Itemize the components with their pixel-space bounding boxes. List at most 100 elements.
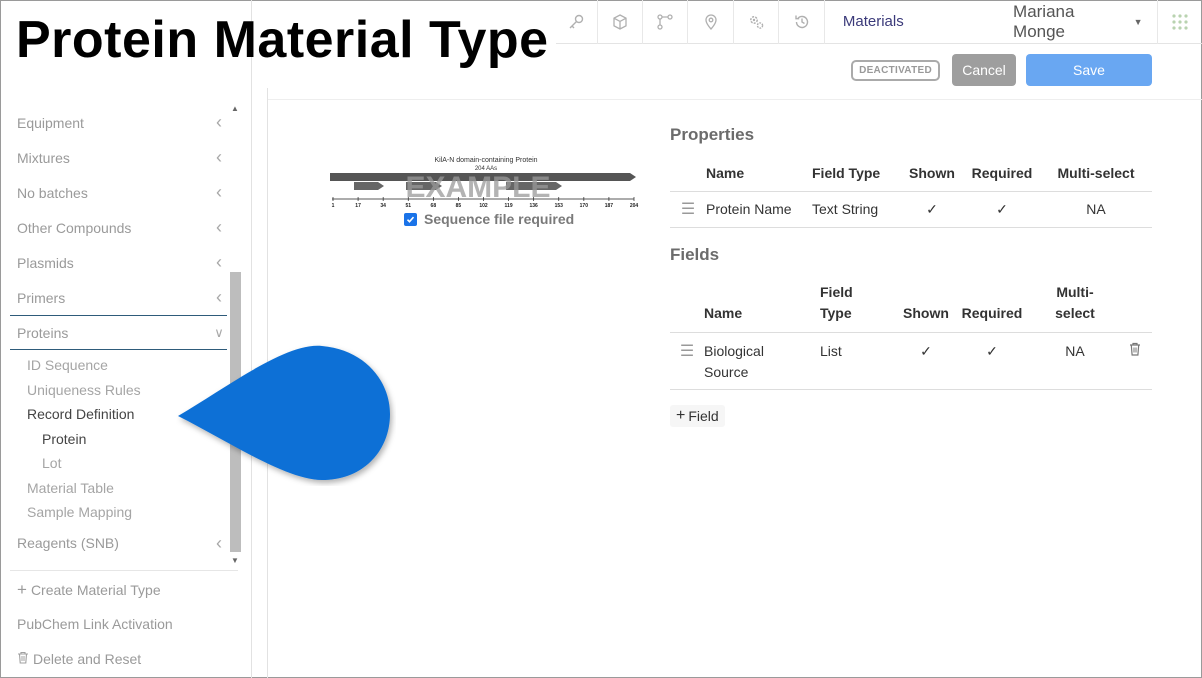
sidebar-item-no-batches[interactable]: No batches ‹ xyxy=(10,175,227,210)
table-header-row: Name Field Type Shown Required Multi-sele… xyxy=(670,275,1152,332)
axis-tick-label: 1 xyxy=(332,203,335,209)
overlay-title: Protein Material Type xyxy=(16,11,549,69)
column-header-required: Required xyxy=(952,275,1032,332)
axis-tick-label: 187 xyxy=(605,203,614,209)
key-icon[interactable] xyxy=(556,0,598,44)
sidebar-item-label: No batches xyxy=(17,184,88,201)
axis-tick-label: 68 xyxy=(431,203,437,209)
cancel-button[interactable]: Cancel xyxy=(952,54,1016,86)
axis-tick-label: 153 xyxy=(555,203,564,209)
column-header-name: Name xyxy=(706,164,745,181)
caret-down-icon: ▼ xyxy=(1133,16,1143,27)
sidebar-item-equipment[interactable]: Equipment ‹ xyxy=(10,105,227,140)
drag-handle-icon[interactable]: ☰ xyxy=(670,191,706,227)
create-material-type-link[interactable]: + Create Material Type xyxy=(17,580,161,600)
sidebar: Equipment ‹ Mixtures ‹ No batches ‹ Other C… xyxy=(0,0,252,678)
chevron-down-icon: ∨ xyxy=(214,324,224,340)
sidebar-item-primers[interactable]: Primers ‹ xyxy=(10,280,227,315)
user-menu[interactable]: Mariana Monge ▼ xyxy=(1013,0,1157,44)
status-badge: DEACTIVATED xyxy=(851,59,940,81)
column-header-multi-line1: Multi- xyxy=(1056,284,1094,301)
table-header-row: Name Field Type Shown Required Multi-sel… xyxy=(670,155,1152,191)
property-shown-check-icon: ✓ xyxy=(926,200,938,217)
field-name-line2: Source xyxy=(704,363,749,380)
column-header-name: Name xyxy=(704,275,820,332)
column-header-required: Required xyxy=(971,164,1033,181)
sidebar-item-other-compounds[interactable]: Other Compounds ‹ xyxy=(10,210,227,245)
protein-sequence-diagram: KilA-N domain-containing Protein 204 AAs… xyxy=(330,157,639,209)
scroll-down-arrow-icon[interactable]: ▼ xyxy=(231,556,239,565)
chevron-left-icon: ‹ xyxy=(216,182,222,202)
sequence-file-required-label: Sequence file required xyxy=(424,211,575,227)
nav-materials-link[interactable]: Materials xyxy=(825,0,1013,44)
field-name: Biological Source xyxy=(704,332,820,389)
table-row[interactable]: ☰ Protein Name Text String ✓ ✓ NA xyxy=(670,191,1152,227)
sidebar-subitem-sample-mapping[interactable]: Sample Mapping xyxy=(10,500,227,525)
sidebar-item-label: Plasmids xyxy=(17,254,74,271)
callout-pointer-shape xyxy=(178,345,390,480)
chevron-left-icon: ‹ xyxy=(216,147,222,167)
sidebar-item-plasmids[interactable]: Plasmids ‹ xyxy=(10,245,227,280)
add-field-button[interactable]: + Field xyxy=(670,405,725,427)
sidebar-item-label: Mixtures xyxy=(17,149,70,166)
field-type: List xyxy=(820,342,842,359)
sidebar-item-label: Primers xyxy=(17,289,66,306)
drag-column-header xyxy=(670,275,704,332)
sidebar-item-label: Equipment xyxy=(17,114,84,131)
plus-icon: + xyxy=(17,580,27,599)
history-icon[interactable] xyxy=(779,0,825,44)
chevron-left-icon: ‹ xyxy=(216,532,222,553)
pubchem-link-activation-link[interactable]: PubChem Link Activation xyxy=(17,616,173,632)
axis-tick-label: 34 xyxy=(380,203,386,209)
delete-field-button[interactable] xyxy=(1118,332,1152,389)
cube-icon[interactable] xyxy=(598,0,643,44)
properties-heading: Properties xyxy=(670,125,755,144)
trash-icon xyxy=(17,651,29,667)
header-divider xyxy=(268,99,1202,100)
axis-tick-label: 51 xyxy=(405,203,411,209)
actions-column-header xyxy=(1118,275,1152,332)
table-row[interactable]: ☰ Biological Source List ✓ ✓ NA xyxy=(670,332,1152,389)
pubchem-link-label: PubChem Link Activation xyxy=(17,616,173,632)
property-name: Protein Name xyxy=(706,201,792,217)
drag-handle-icon[interactable]: ☰ xyxy=(670,332,704,389)
axis-tick-label: 102 xyxy=(479,203,488,209)
location-pin-icon[interactable] xyxy=(688,0,734,44)
column-header-name-text: Name xyxy=(704,305,743,322)
axis-tick-label: 119 xyxy=(505,203,513,209)
chevron-left-icon: ‹ xyxy=(216,112,222,132)
sidebar-item-mixtures[interactable]: Mixtures ‹ xyxy=(10,140,227,175)
sidebar-divider xyxy=(10,570,238,571)
column-header-multi-line2: select xyxy=(1055,305,1095,322)
axis-tick-label: 17 xyxy=(355,203,361,209)
sidebar-item-label: Reagents (SNB) xyxy=(17,535,119,551)
column-header-multi-select: Multi-select xyxy=(1032,275,1118,332)
sidebar-scrollbar[interactable]: ▲ ▼ xyxy=(228,102,242,568)
workflow-icon[interactable] xyxy=(643,0,689,44)
column-header-field-type-line2: Type xyxy=(820,305,852,322)
property-required-check-icon: ✓ xyxy=(996,200,1008,217)
axis-tick-label: 204 xyxy=(630,203,639,209)
sidebar-item-reagents-snb[interactable]: Reagents (SNB) ‹ xyxy=(10,526,227,561)
create-material-type-label: Create Material Type xyxy=(30,582,161,598)
field-shown-check-icon: ✓ xyxy=(920,342,932,359)
trash-icon[interactable] xyxy=(1129,342,1141,359)
fields-table: Name Field Type Shown Required Multi-sele… xyxy=(670,275,1152,390)
delete-and-reset-label: Delete and Reset xyxy=(33,651,142,667)
sequence-file-required-checkbox[interactable]: Sequence file required xyxy=(404,211,574,227)
save-button[interactable]: Save xyxy=(1026,54,1152,86)
delete-and-reset-link[interactable]: Delete and Reset xyxy=(17,651,141,667)
field-name-line1: Biological xyxy=(704,342,764,359)
column-header-required-text: Required xyxy=(961,305,1023,322)
settings-gears-icon[interactable] xyxy=(734,0,780,44)
scroll-up-arrow-icon[interactable]: ▲ xyxy=(231,104,239,113)
column-header-field-type-line1: Field xyxy=(820,284,853,301)
properties-table: Name Field Type Shown Required Multi-sel… xyxy=(670,155,1152,228)
column-header-shown: Shown xyxy=(909,164,955,181)
column-header-field-type: Field Type xyxy=(812,164,881,181)
column-header-field-type: Field Type xyxy=(820,275,900,332)
axis-tick-label: 136 xyxy=(529,203,538,209)
axis-tick-label: 170 xyxy=(580,203,589,209)
checkbox-checked-icon[interactable] xyxy=(404,212,417,226)
app-grid-icon[interactable] xyxy=(1156,0,1202,44)
